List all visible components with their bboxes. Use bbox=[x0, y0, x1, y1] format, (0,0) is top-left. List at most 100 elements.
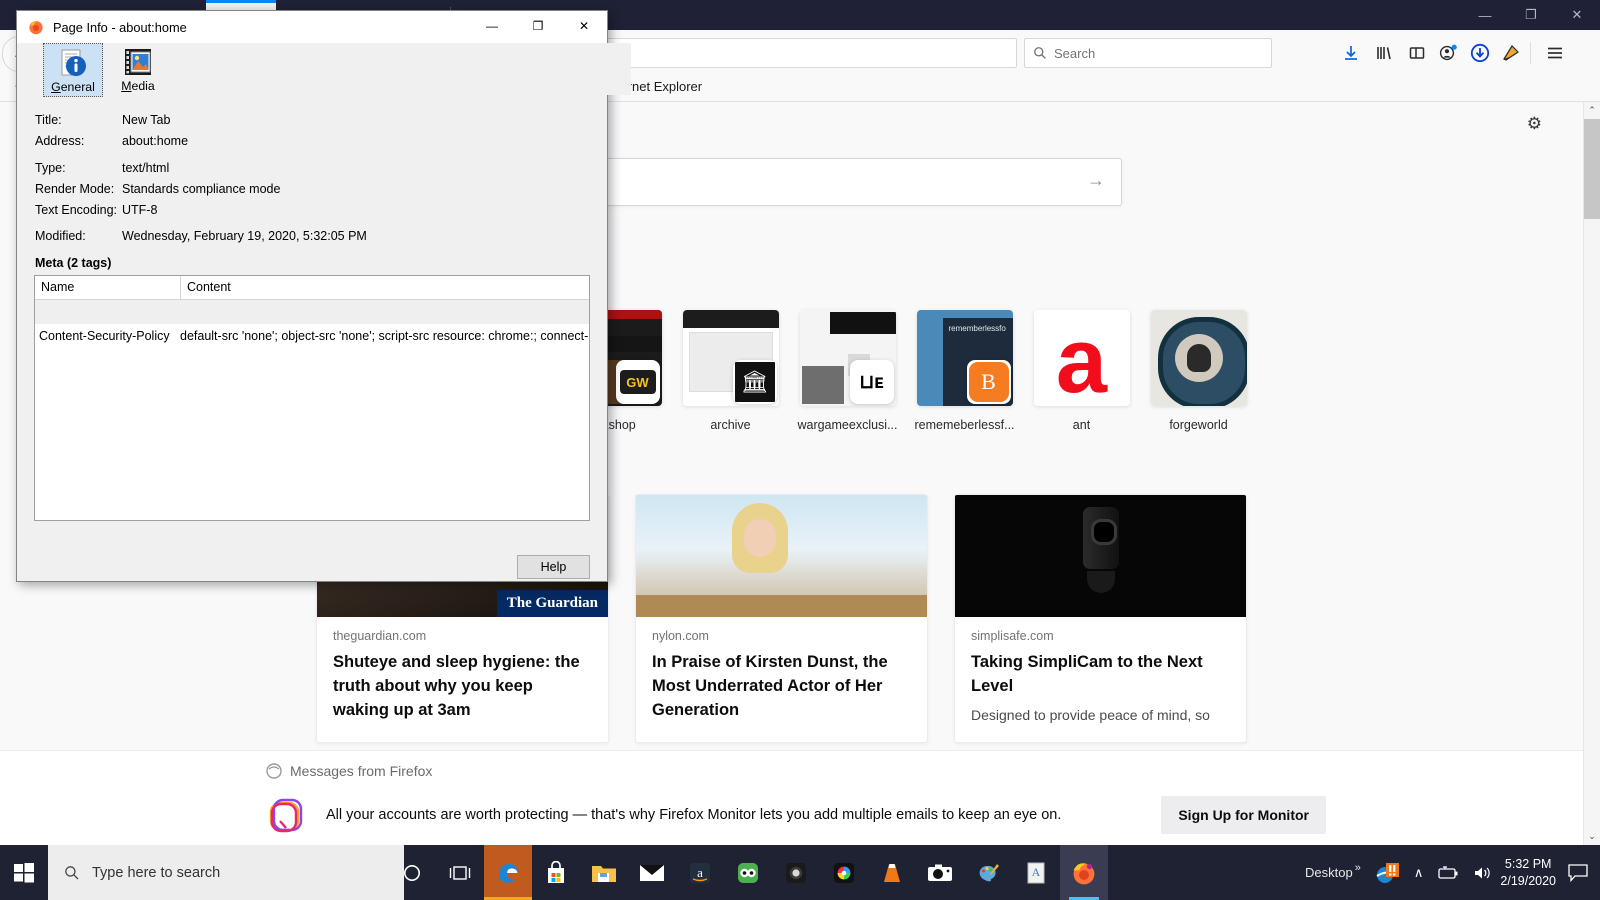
cortana-icon[interactable] bbox=[388, 845, 436, 900]
firefox-icon bbox=[29, 21, 43, 35]
media-icon bbox=[125, 49, 151, 75]
tile-thumbnail bbox=[1150, 310, 1247, 406]
amazon-icon[interactable]: a bbox=[676, 845, 724, 900]
search-input[interactable]: Search bbox=[1024, 38, 1272, 68]
camera-app-icon[interactable] bbox=[772, 845, 820, 900]
dialog-close-button[interactable]: ✕ bbox=[561, 11, 607, 41]
volume-icon[interactable] bbox=[1473, 865, 1493, 881]
field-value-text-encoding: UTF-8 bbox=[122, 203, 158, 217]
tile-favicon-gw: GW bbox=[615, 360, 660, 404]
search-submit-arrow-icon[interactable]: → bbox=[1087, 170, 1105, 191]
vlc-icon[interactable] bbox=[868, 845, 916, 900]
tripadvisor-icon[interactable] bbox=[724, 845, 772, 900]
library-icon[interactable] bbox=[1371, 40, 1397, 66]
tab-general[interactable]: General bbox=[43, 43, 103, 97]
task-view-icon[interactable] bbox=[436, 845, 484, 900]
help-button[interactable]: Help bbox=[517, 555, 590, 579]
tab-media[interactable]: Media bbox=[109, 43, 167, 95]
monitor-promo-text: All your accounts are worth protecting —… bbox=[326, 807, 1062, 823]
start-button[interactable] bbox=[0, 845, 48, 900]
account-icon[interactable] bbox=[1435, 40, 1461, 66]
top-site-tile[interactable]: ⊔ᴇ wargameexclusi... bbox=[789, 310, 906, 432]
top-site-tile[interactable]: rememberlessfo B rememeberlessf... bbox=[906, 310, 1023, 432]
story-excerpt: Designed to provide peace of mind, so bbox=[971, 706, 1210, 723]
window-close-button[interactable]: ✕ bbox=[1554, 0, 1600, 30]
meta-table[interactable]: Name Content Content-Security-Policy def… bbox=[34, 275, 590, 521]
overflow-icon[interactable]: » bbox=[1355, 862, 1361, 874]
ie-notification-icon[interactable] bbox=[1374, 860, 1400, 886]
toolbar-separator bbox=[1530, 42, 1531, 64]
scroll-down-arrow-icon[interactable]: ⌄ bbox=[1584, 828, 1600, 845]
file-explorer-icon[interactable] bbox=[580, 845, 628, 900]
tile-label: forgeworld bbox=[1169, 418, 1228, 432]
cell-content: default-src 'none'; object-src 'none'; s… bbox=[180, 329, 589, 343]
sign-up-for-monitor-button[interactable]: Sign Up for Monitor bbox=[1161, 796, 1326, 834]
table-row[interactable]: Content-Security-Policy default-src 'non… bbox=[35, 324, 589, 348]
window-maximize-button[interactable]: ❐ bbox=[1508, 0, 1554, 30]
taskbar-search-box[interactable]: Type here to search bbox=[48, 845, 404, 900]
field-value-type: text/html bbox=[122, 161, 170, 175]
tile-label: ant bbox=[1072, 418, 1091, 432]
menu-icon[interactable] bbox=[1542, 40, 1568, 66]
page-info-dialog: Page Info - about:home — ❐ ✕ General Med… bbox=[16, 10, 631, 582]
field-value-modified: Wednesday, February 19, 2020, 5:32:05 PM bbox=[122, 229, 367, 243]
field-label-modified: Modified: bbox=[35, 229, 86, 243]
update-icon[interactable] bbox=[1467, 40, 1493, 66]
tile-label: wargameexclusi... bbox=[797, 418, 898, 432]
top-site-tile[interactable]: a ant bbox=[1023, 310, 1140, 432]
camera-icon[interactable] bbox=[916, 845, 964, 900]
scrollbar-thumb[interactable] bbox=[1584, 119, 1600, 219]
desktop-label[interactable]: Desktop bbox=[1305, 865, 1353, 880]
meta-heading: Meta (2 tags) bbox=[35, 256, 112, 270]
story-image bbox=[955, 495, 1246, 617]
taskbar-clock[interactable]: 5:32 PM 2/19/2020 bbox=[1500, 856, 1556, 890]
story-title: In Praise of Kirsten Dunst, the Most Und… bbox=[652, 653, 888, 719]
downloads-icon[interactable] bbox=[1338, 40, 1364, 66]
tile-thumbnail: a bbox=[1033, 310, 1130, 406]
tile-label: rememeberlessf... bbox=[914, 418, 1015, 432]
system-tray: Desktop » ∧ 5:32 PM 2/19/2020 bbox=[1305, 845, 1600, 900]
gear-icon[interactable]: ⚙ bbox=[1527, 114, 1542, 134]
story-card[interactable]: simplisafe.com Taking SimpliCam to the N… bbox=[954, 494, 1247, 743]
clock-date: 2/19/2020 bbox=[1500, 873, 1556, 888]
field-value-render-mode: Standards compliance mode bbox=[122, 182, 281, 196]
column-header-name[interactable]: Name bbox=[35, 276, 181, 299]
paint-icon[interactable] bbox=[964, 845, 1012, 900]
search-placeholder: Search bbox=[1054, 45, 1096, 61]
battery-icon[interactable] bbox=[1437, 865, 1459, 880]
scroll-up-arrow-icon[interactable]: ⌃ bbox=[1584, 102, 1600, 119]
messages-from-firefox-section: Messages from Firefox All your accounts … bbox=[0, 750, 1584, 846]
microsoft-store-icon[interactable] bbox=[532, 845, 580, 900]
reader-icon[interactable]: A bbox=[1012, 845, 1060, 900]
story-image-label: The Guardian bbox=[496, 590, 608, 617]
top-site-tile[interactable]: 🏛 archive bbox=[672, 310, 789, 432]
action-center-icon[interactable] bbox=[1556, 845, 1600, 900]
chevron-up-icon[interactable]: ∧ bbox=[1414, 865, 1424, 881]
dialog-minimize-button[interactable]: — bbox=[469, 11, 515, 41]
story-title: Shuteye and sleep hygiene: the truth abo… bbox=[333, 653, 580, 719]
messages-heading-label: Messages from Firefox bbox=[290, 763, 433, 779]
story-title: Taking SimpliCam to the Next Level bbox=[971, 653, 1203, 695]
firefox-icon[interactable] bbox=[1060, 845, 1108, 900]
field-label-address: Address: bbox=[35, 134, 85, 148]
story-domain: simplisafe.com bbox=[971, 629, 1054, 643]
story-domain: nylon.com bbox=[652, 629, 709, 643]
edge-icon[interactable] bbox=[484, 845, 532, 900]
window-minimize-button[interactable]: — bbox=[1462, 0, 1508, 30]
tile-favicon-blogger: B bbox=[966, 360, 1011, 404]
column-header-content[interactable]: Content bbox=[181, 276, 589, 299]
color-app-icon[interactable] bbox=[820, 845, 868, 900]
tab-general-label: General bbox=[51, 80, 95, 94]
mail-icon[interactable] bbox=[628, 845, 676, 900]
table-row[interactable] bbox=[35, 300, 589, 324]
page-scrollbar[interactable]: ⌃ ⌄ bbox=[1583, 102, 1600, 845]
sidebar-icon[interactable] bbox=[1404, 40, 1430, 66]
clock-time: 5:32 PM bbox=[1504, 856, 1552, 871]
field-label-type: Type: bbox=[35, 161, 66, 175]
top-site-tile[interactable]: forgeworld bbox=[1140, 310, 1257, 432]
table-header-row: Name Content bbox=[35, 276, 589, 300]
extension-icon[interactable] bbox=[1498, 40, 1524, 66]
dialog-maximize-button[interactable]: ❐ bbox=[515, 11, 561, 41]
story-card[interactable]: nylon.com In Praise of Kirsten Dunst, th… bbox=[635, 494, 928, 743]
svg-text:A: A bbox=[1032, 865, 1041, 879]
